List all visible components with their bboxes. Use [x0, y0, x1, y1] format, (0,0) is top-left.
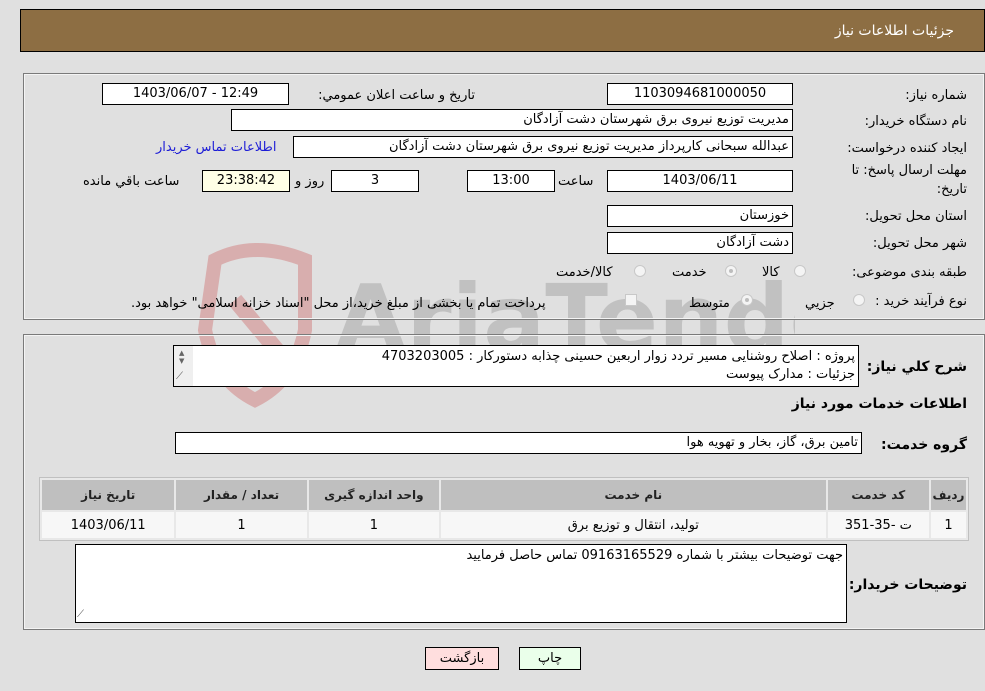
cell-service-code: ت -35-351 — [827, 512, 929, 538]
cell-row-number: 1 — [930, 512, 966, 538]
cell-unit: 1 — [308, 512, 439, 538]
service-group-label: گروه خدمت: — [881, 437, 967, 453]
category-radio-service[interactable] — [725, 265, 737, 277]
col-unit: واحد اندازه گیری — [308, 480, 439, 510]
requester-field[interactable]: عبدالله سبحانی کارپرداز مدیریت توزیع نیر… — [293, 136, 793, 158]
buyer-notes-label: توضیحات خریدار: — [848, 577, 967, 593]
deadline-label-line1: مهلت ارسال پاسخ: تا — [851, 163, 967, 178]
province-field[interactable]: خوزستان — [607, 205, 793, 227]
scroll-down-icon[interactable]: ▼ — [179, 357, 184, 365]
category-option-goods: کالا — [762, 265, 780, 280]
category-radio-goods[interactable] — [794, 265, 806, 277]
remaining-time-label: ساعت باقي مانده — [83, 174, 180, 189]
services-table-header: ردیف کد خدمت نام خدمت واحد اندازه گیری ت… — [42, 480, 966, 510]
need-number-label: شماره نیاز: — [905, 88, 967, 103]
deadline-days-label: روز و — [295, 174, 325, 189]
deadline-label-line2: تاریخ: — [936, 182, 967, 197]
cell-service-name: تولید، انتقال و توزیع برق — [440, 512, 826, 538]
requester-label: ایجاد کننده درخواست: — [847, 141, 967, 156]
announce-datetime-label: تاریخ و ساعت اعلان عمومي: — [318, 88, 475, 103]
col-quantity: تعداد / مقدار — [176, 480, 307, 510]
col-need-date: تاریخ نیاز — [42, 480, 175, 510]
services-table: ردیف کد خدمت نام خدمت واحد اندازه گیری ت… — [39, 477, 969, 541]
buyer-notes-resize-grip-icon[interactable]: ⟋ — [77, 609, 84, 620]
buyer-org-field[interactable]: مدیریت توزیع نیروی برق شهرستان دشت آزادگ… — [231, 109, 793, 131]
cell-quantity: 1 — [176, 512, 307, 538]
treasury-note: پرداخت تمام یا بخشی از مبلغ خرید،از محل … — [131, 296, 546, 311]
treasury-checkbox[interactable] — [625, 294, 637, 306]
remaining-time-field: 23:38:42 — [202, 170, 290, 192]
back-button[interactable]: بازگشت — [425, 647, 499, 670]
buyer-org-label: نام دستگاه خریدار: — [864, 114, 967, 129]
city-field[interactable]: دشت آزادگان — [607, 232, 793, 254]
col-row-number: ردیف — [930, 480, 966, 510]
deadline-days-field[interactable]: 3 — [331, 170, 419, 192]
service-group-field[interactable]: تامین برق، گاز، بخار و تهویه هوا — [175, 432, 862, 454]
purchase-type-radio-medium[interactable] — [741, 294, 753, 306]
category-option-service: خدمت — [672, 265, 707, 280]
table-row[interactable]: 1 ت -35-351 تولید، انتقال و توزیع برق 1 … — [42, 512, 966, 538]
description-textarea[interactable]: پروژه : اصلاح روشنایی مسیر تردد زوار ارب… — [173, 345, 859, 387]
city-label: شهر محل تحویل: — [872, 236, 967, 251]
description-line-1: پروژه : اصلاح روشنایی مسیر تردد زوار ارب… — [381, 349, 855, 364]
description-label: شرح کلي نیاز: — [866, 359, 967, 375]
deadline-time-label: ساعت — [558, 174, 594, 189]
scroll-up-icon[interactable]: ▲ — [179, 349, 184, 357]
col-service-code: کد خدمت — [827, 480, 929, 510]
buyer-notes-text: جهت توضیحات بیشتر با شماره 09163165529 ت… — [466, 548, 843, 563]
purchase-type-radio-minor[interactable] — [853, 294, 865, 306]
description-scrollbar[interactable]: ▲ ▼ ⟋ — [174, 346, 193, 386]
category-option-goods-service: کالا/خدمت — [556, 265, 613, 280]
buyer-notes-textarea[interactable]: جهت توضیحات بیشتر با شماره 09163165529 ت… — [75, 544, 847, 623]
purchase-type-option-minor: جزيي — [805, 296, 835, 311]
print-button[interactable]: چاپ — [519, 647, 581, 670]
page-header: جزئیات اطلاعات نیاز — [20, 9, 985, 52]
page-title: جزئیات اطلاعات نیاز — [834, 23, 954, 39]
province-label: استان محل تحویل: — [865, 209, 967, 224]
deadline-date-field[interactable]: 1403/06/11 — [607, 170, 793, 192]
description-line-2: جزئیات : مدارک پیوست — [726, 367, 855, 382]
category-label: طبقه بندی موضوعی: — [851, 265, 967, 280]
col-service-name: نام خدمت — [440, 480, 826, 510]
purchase-type-option-medium: متوسط — [689, 296, 730, 311]
cell-need-date: 1403/06/11 — [42, 512, 175, 538]
deadline-time-field[interactable]: 13:00 — [467, 170, 555, 192]
buyer-contact-link[interactable]: اطلاعات تماس خریدار — [156, 140, 276, 155]
need-number-field[interactable]: 1103094681000050 — [607, 83, 793, 105]
purchase-type-label: نوع فرآیند خرید : — [875, 294, 967, 309]
category-radio-goods-service[interactable] — [634, 265, 646, 277]
announce-datetime-field[interactable]: 1403/06/07 - 12:49 — [102, 83, 289, 105]
resize-grip-icon[interactable]: ⟋ — [176, 371, 183, 382]
services-section-title: اطلاعات خدمات مورد نیاز — [791, 396, 967, 412]
